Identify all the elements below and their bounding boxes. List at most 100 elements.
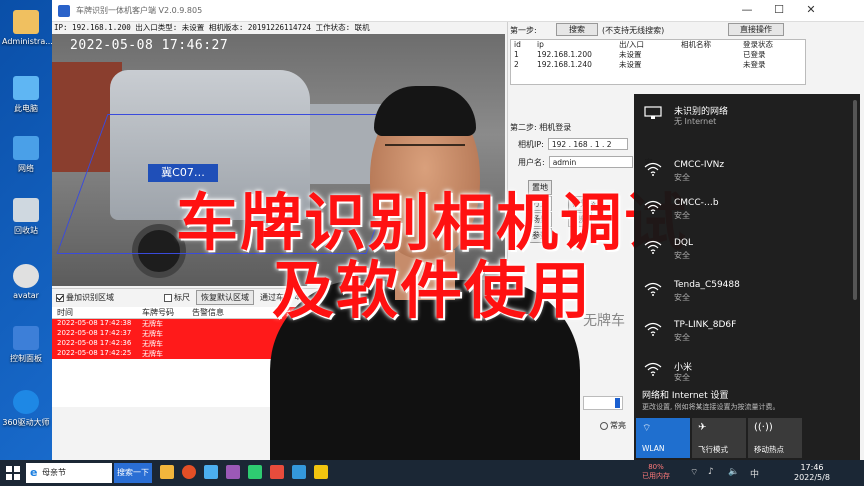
tile-label: 飞行模式 xyxy=(698,445,728,454)
clock-date: 2022/5/8 xyxy=(794,473,830,482)
device-status: 未登录 xyxy=(743,60,766,69)
network-item[interactable]: CMCC-…b 安全 xyxy=(644,196,854,236)
network-settings-link[interactable]: 网络和 Internet 设置 xyxy=(642,388,728,401)
column-header: 出/入口 xyxy=(619,40,645,49)
step1-label: 第一步: xyxy=(510,26,537,35)
record-plate: 无牌车 xyxy=(142,340,163,348)
device-id: 1 xyxy=(514,50,519,59)
table-row[interactable]: 2022-05-08 17:42:37 无牌车 xyxy=(52,329,282,339)
memory-percent: 80% xyxy=(648,463,664,471)
title-bar[interactable]: 车牌识别一体机客户端 V2.0.9.805 — ☐ ✕ xyxy=(52,0,864,22)
video-timestamp: 2022-05-08 17:46:27 xyxy=(70,38,229,53)
operation-button[interactable]: 直接操作 xyxy=(728,23,784,36)
desktop-icon-control-panel[interactable]: 控制面板 xyxy=(2,326,50,364)
table-row[interactable]: 2 192.168.1.240 未设置 未登录 xyxy=(511,60,805,70)
network-icon xyxy=(13,136,39,160)
app-icon[interactable] xyxy=(314,465,328,479)
presenter-glasses xyxy=(385,144,465,158)
desktop-icon-administrator[interactable]: Administra... xyxy=(2,10,53,46)
close-button[interactable]: ✕ xyxy=(796,3,826,16)
network-status: 安全 xyxy=(674,293,690,302)
flyout-scrollbar[interactable] xyxy=(853,100,857,300)
network-flyout: 未识别的网络 无 Internet CMCC-IVNz 安全 CMCC-…b 安… xyxy=(634,94,860,460)
wifi-icon: ⌔ xyxy=(642,423,652,434)
network-name: TP-LINK_8D6F xyxy=(674,320,737,330)
record-time: 2022-05-08 17:42:25 xyxy=(57,349,132,357)
computer-icon xyxy=(13,76,39,100)
wifi-icon xyxy=(644,240,662,254)
network-status: 安全 xyxy=(674,173,690,182)
maximize-button[interactable]: ☐ xyxy=(764,3,794,16)
network-status: 无 Internet xyxy=(674,117,717,126)
device-table: id ip 出/入口 相机名称 登录状态 1 192.168.1.200 未设置… xyxy=(510,39,806,85)
file-explorer-icon[interactable] xyxy=(160,465,174,479)
column-header: id xyxy=(514,40,521,49)
always-on-radio[interactable] xyxy=(600,421,608,430)
column-header: 相机名称 xyxy=(681,40,711,49)
user-folder-icon xyxy=(13,10,39,34)
slider-knob[interactable] xyxy=(615,398,620,408)
wifi-icon xyxy=(644,162,662,176)
memory-usage: 80% 已用内存 xyxy=(642,463,670,481)
tile-label: 移动热点 xyxy=(754,445,784,454)
wifi-icon xyxy=(644,282,662,296)
app-icon[interactable] xyxy=(292,465,306,479)
network-tray-icon[interactable]: ⌔ xyxy=(690,467,698,478)
network-status: 安全 xyxy=(674,333,690,342)
brightness-slider[interactable] xyxy=(583,396,623,410)
clock-time: 17:46 xyxy=(800,463,824,472)
ethernet-icon xyxy=(644,106,662,119)
status-line: IP: 192.168.1.200 出入口类型: 未设置 相机版本: 20191… xyxy=(54,23,370,32)
driver-master-icon xyxy=(13,390,39,414)
network-item[interactable]: DQL 安全 xyxy=(644,236,854,276)
window-title: 车牌识别一体机客户端 V2.0.9.805 xyxy=(76,6,203,15)
device-name xyxy=(681,50,743,60)
network-item[interactable]: TP-LINK_8D6F 安全 xyxy=(644,318,854,358)
network-status: 安全 xyxy=(674,373,690,382)
hotspot-icon: ((·)) xyxy=(754,422,773,433)
tile-label: WLAN xyxy=(642,444,665,453)
record-plate: 无牌车 xyxy=(142,350,163,358)
always-on-label: 常亮 xyxy=(610,421,626,430)
browser-icon[interactable] xyxy=(182,465,196,479)
speaker-icon[interactable]: 🔈 xyxy=(728,467,739,477)
device-header: id ip 出/入口 相机名称 登录状态 xyxy=(511,40,805,50)
network-item[interactable]: Tenda_C59488 安全 xyxy=(644,278,854,318)
network-settings-desc: 更改设置, 例如将某连接设置为按流量计费。 xyxy=(642,403,780,411)
volume-icon[interactable]: ♪ xyxy=(708,467,714,477)
device-entry: 未设置 xyxy=(619,60,642,69)
app-icon[interactable] xyxy=(204,465,218,479)
record-time: 2022-05-08 17:42:37 xyxy=(57,329,132,337)
search-button[interactable]: 搜索一下 xyxy=(114,463,152,483)
network-name: CMCC-…b xyxy=(674,198,719,208)
network-name: CMCC-IVNz xyxy=(674,160,725,170)
network-name: Tenda_C59488 xyxy=(674,280,740,290)
ime-lang-icon[interactable]: 中 xyxy=(750,467,759,480)
system-clock[interactable]: 17:46 2022/5/8 xyxy=(794,463,830,483)
app-icon[interactable] xyxy=(248,465,262,479)
search-button[interactable]: 搜索 xyxy=(556,23,598,36)
network-item[interactable]: CMCC-IVNz 安全 xyxy=(644,158,854,198)
network-item-unidentified[interactable]: 未识别的网络 无 Internet xyxy=(644,102,854,142)
record-time: 2022-05-08 17:42:36 xyxy=(57,339,132,347)
airplane-icon: ✈ xyxy=(698,422,707,433)
always-on-option[interactable]: 常亮 xyxy=(600,420,626,431)
desktop-icon-network[interactable]: 网络 xyxy=(2,136,50,174)
network-status: 安全 xyxy=(674,251,690,260)
windows-start-icon[interactable] xyxy=(6,466,20,480)
column-header: ip xyxy=(537,40,544,49)
desktop-icon-label: Administra... xyxy=(2,37,53,46)
airplane-mode-tile[interactable]: ✈ 飞行模式 xyxy=(692,418,746,458)
table-row[interactable]: 2022-05-08 17:42:25 无牌车 xyxy=(52,349,282,359)
mobile-hotspot-tile[interactable]: ((·)) 移动热点 xyxy=(748,418,802,458)
desktop-icon-this-pc[interactable]: 此电脑 xyxy=(2,76,50,114)
app-icon[interactable] xyxy=(226,465,240,479)
wlan-tile[interactable]: ⌔ WLAN xyxy=(636,418,690,458)
network-name: DQL xyxy=(674,238,694,248)
table-row[interactable]: 2022-05-08 17:42:36 无牌车 xyxy=(52,339,282,349)
browser-search-box[interactable]: 母亲节 xyxy=(26,463,112,483)
minimize-button[interactable]: — xyxy=(732,3,762,16)
desktop-icon-driver-master[interactable]: 360驱动大师 xyxy=(2,390,50,428)
app-icon[interactable] xyxy=(270,465,284,479)
table-row[interactable]: 1 192.168.1.200 未设置 已登录 xyxy=(511,50,805,60)
